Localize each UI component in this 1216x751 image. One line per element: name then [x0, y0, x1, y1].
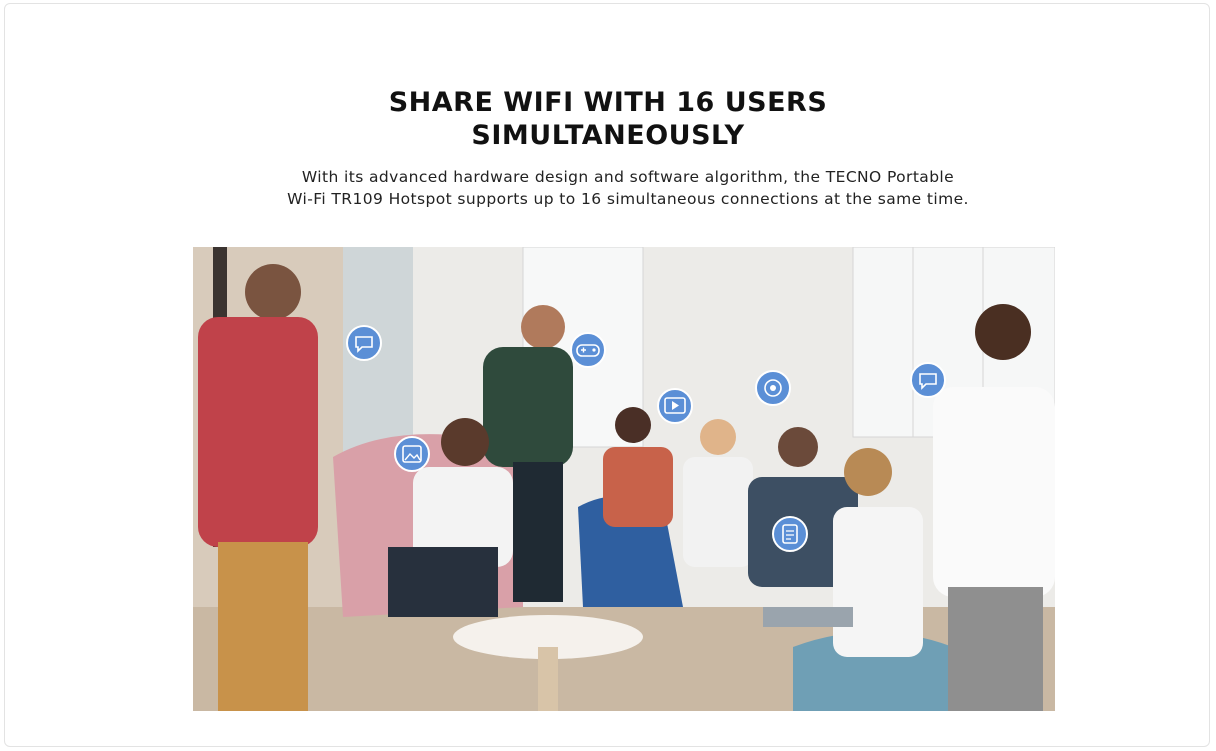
title-line-2: SIMULTANEOUSLY	[471, 120, 745, 151]
photo-illustration	[193, 247, 1055, 711]
title-line-1: SHARE WIFI WITH 16 USERS	[388, 87, 828, 118]
camera-icon	[755, 370, 791, 406]
page-title: SHARE WIFI WITH 16 USERS SIMULTANEOUSLY	[0, 86, 1216, 152]
chat-bubble-icon	[346, 325, 382, 361]
description-line-2: Wi-Fi TR109 Hotspot supports up to 16 si…	[287, 190, 969, 208]
chat-bubble-icon-right	[910, 362, 946, 398]
gamepad-icon	[570, 332, 606, 368]
play-video-icon	[657, 388, 693, 424]
description-line-1: With its advanced hardware design and so…	[301, 168, 955, 186]
photo-edit-icon	[394, 436, 430, 472]
document-icon	[772, 516, 808, 552]
office-users-photo	[193, 247, 1055, 711]
description: With its advanced hardware design and so…	[248, 166, 1008, 210]
